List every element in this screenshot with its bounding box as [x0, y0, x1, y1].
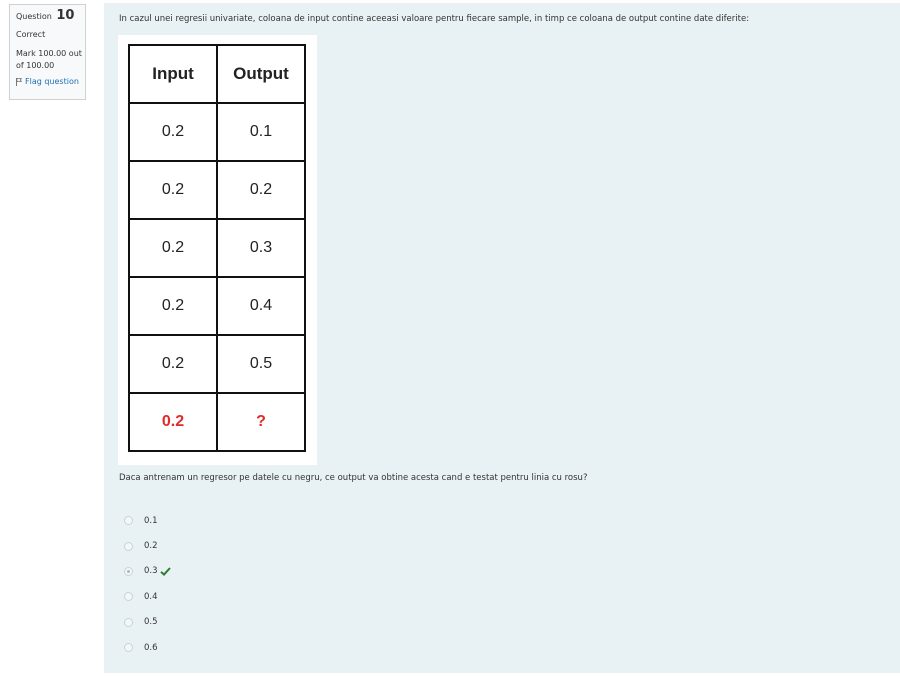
table-row: 0.2 0.4	[128, 276, 306, 336]
table-cell-output: ?	[216, 392, 306, 452]
question-info: Question 10 Correct Mark 100.00 out of 1…	[9, 4, 86, 100]
answer-label: 0.4	[144, 591, 158, 602]
table-row: 0.2 0.3	[128, 218, 306, 278]
answer-label: 0.3	[144, 566, 158, 577]
question-number-value: 10	[56, 8, 75, 23]
table-cell-output: 0.1	[216, 102, 306, 162]
answer-option-selected[interactable]: 0.3	[124, 559, 171, 584]
question-image: Input Output 0.2 0.1 0.2 0.2 0.2 0.3 0.2…	[118, 35, 317, 465]
table-row-highlighted: 0.2 ?	[128, 392, 306, 452]
table-cell-input: 0.2	[128, 218, 218, 278]
column-header-output: Output	[216, 44, 306, 104]
answer-option[interactable]: 0.1	[124, 508, 171, 533]
table-cell-output: 0.3	[216, 218, 306, 278]
table-cell-output: 0.5	[216, 334, 306, 394]
question-label: Question	[16, 12, 52, 21]
table-cell-input: 0.2	[128, 102, 218, 162]
question-prompt: Daca antrenam un regresor pe datele cu n…	[119, 473, 588, 483]
table-cell-input: 0.2	[128, 334, 218, 394]
question-content: In cazul unei regresii univariate, coloa…	[104, 3, 900, 673]
table-cell-output: 0.4	[216, 276, 306, 336]
radio-button[interactable]	[124, 617, 133, 627]
radio-button-checked[interactable]	[124, 566, 133, 576]
data-table: Input Output 0.2 0.1 0.2 0.2 0.2 0.3 0.2…	[128, 44, 306, 452]
radio-button[interactable]	[124, 643, 133, 653]
answer-label: 0.6	[144, 642, 158, 653]
answer-option[interactable]: 0.4	[124, 584, 171, 609]
table-cell-output: 0.2	[216, 160, 306, 220]
answer-option[interactable]: 0.5	[124, 610, 171, 635]
answer-options: 0.1 0.2 0.3 0.4 0.5 0.6	[124, 508, 171, 660]
flag-icon	[16, 77, 22, 86]
table-cell-input: 0.2	[128, 160, 218, 220]
column-header-input: Input	[128, 44, 218, 104]
answer-option[interactable]: 0.6	[124, 635, 171, 660]
answer-label: 0.1	[144, 515, 158, 526]
radio-button[interactable]	[124, 541, 133, 551]
radio-button[interactable]	[124, 592, 133, 602]
table-row: 0.2 0.2	[128, 160, 306, 220]
question-state: Correct	[16, 30, 46, 39]
table-header-row: Input Output	[128, 44, 306, 104]
question-grade: Mark 100.00 out of 100.00	[16, 49, 82, 70]
radio-button[interactable]	[124, 516, 133, 526]
flag-question-link[interactable]: Flag question	[16, 77, 79, 86]
table-row: 0.2 0.5	[128, 334, 306, 394]
answer-label: 0.2	[144, 541, 158, 552]
question-number: Question 10	[16, 9, 79, 24]
check-icon	[159, 567, 171, 576]
answer-option[interactable]: 0.2	[124, 533, 171, 558]
question-text: In cazul unei regresii univariate, coloa…	[119, 14, 750, 24]
table-row: 0.2 0.1	[128, 102, 306, 162]
answer-label: 0.5	[144, 617, 158, 628]
table-cell-input: 0.2	[128, 276, 218, 336]
flag-question-label: Flag question	[25, 77, 79, 86]
table-cell-input: 0.2	[128, 392, 218, 452]
